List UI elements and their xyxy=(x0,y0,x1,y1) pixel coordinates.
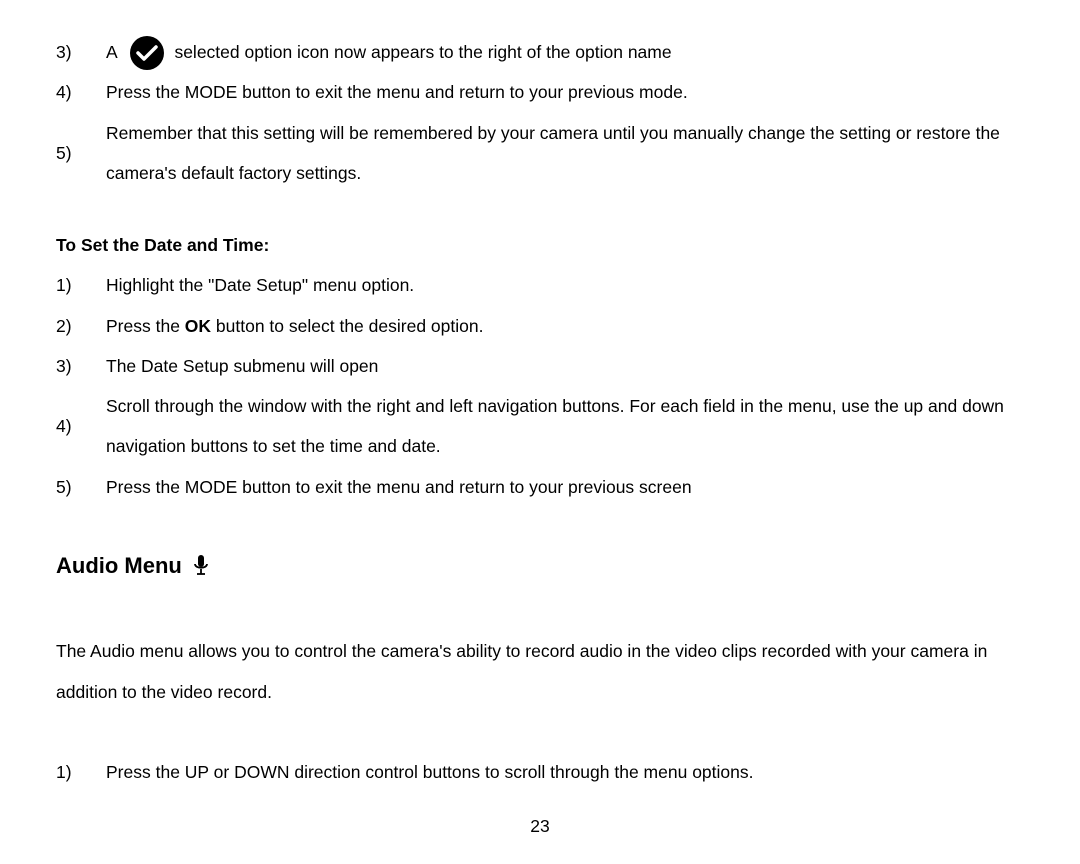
list-item: 4) Scroll through the window with the ri… xyxy=(56,386,1050,467)
text-fragment: A xyxy=(106,42,122,62)
section-title: Audio Menu xyxy=(56,541,1050,592)
list-content: Scroll through the window with the right… xyxy=(106,386,1050,467)
list-marker: 5) xyxy=(56,133,106,173)
list-item: 3) A selected option icon now appears to… xyxy=(56,32,1050,72)
list-item: 4) Press the MODE button to exit the men… xyxy=(56,72,1050,112)
list-marker: 1) xyxy=(56,265,106,305)
text-fragment: Press the xyxy=(106,316,185,336)
list-marker: 3) xyxy=(56,346,106,386)
paragraph: The Audio menu allows you to control the… xyxy=(56,631,1050,712)
bold-text: OK xyxy=(185,316,211,336)
list-marker: 4) xyxy=(56,72,106,112)
list-marker: 3) xyxy=(56,32,106,72)
list-item: 2) Press the OK button to select the des… xyxy=(56,306,1050,346)
microphone-icon xyxy=(192,554,210,578)
list-content: Press the OK button to select the desire… xyxy=(106,306,1050,346)
list-content: Press the UP or DOWN direction control b… xyxy=(106,752,1050,792)
list-content: The Date Setup submenu will open xyxy=(106,346,1050,386)
text-fragment: button to select the desired option. xyxy=(211,316,483,336)
subheading: To Set the Date and Time: xyxy=(56,225,1050,265)
list-item: 3) The Date Setup submenu will open xyxy=(56,346,1050,386)
list-item: 1) Highlight the "Date Setup" menu optio… xyxy=(56,265,1050,305)
list-marker: 2) xyxy=(56,306,106,346)
list-item: 1) Press the UP or DOWN direction contro… xyxy=(56,752,1050,792)
section-title-text: Audio Menu xyxy=(56,541,182,592)
list-marker: 1) xyxy=(56,752,106,792)
list-content: Remember that this setting will be remem… xyxy=(106,113,1050,194)
list-content: Press the MODE button to exit the menu a… xyxy=(106,467,1050,507)
page-number: 23 xyxy=(0,806,1080,846)
list-item: 5) Remember that this setting will be re… xyxy=(56,113,1050,194)
list-item: 5) Press the MODE button to exit the men… xyxy=(56,467,1050,507)
list-marker: 4) xyxy=(56,406,106,446)
document-page: 3) A selected option icon now appears to… xyxy=(0,0,1080,864)
list-marker: 5) xyxy=(56,467,106,507)
list-content: Press the MODE button to exit the menu a… xyxy=(106,72,1050,112)
check-icon xyxy=(128,34,166,72)
list-content: A selected option icon now appears to th… xyxy=(106,32,1050,72)
text-fragment: selected option icon now appears to the … xyxy=(174,42,671,62)
list-content: Highlight the "Date Setup" menu option. xyxy=(106,265,1050,305)
